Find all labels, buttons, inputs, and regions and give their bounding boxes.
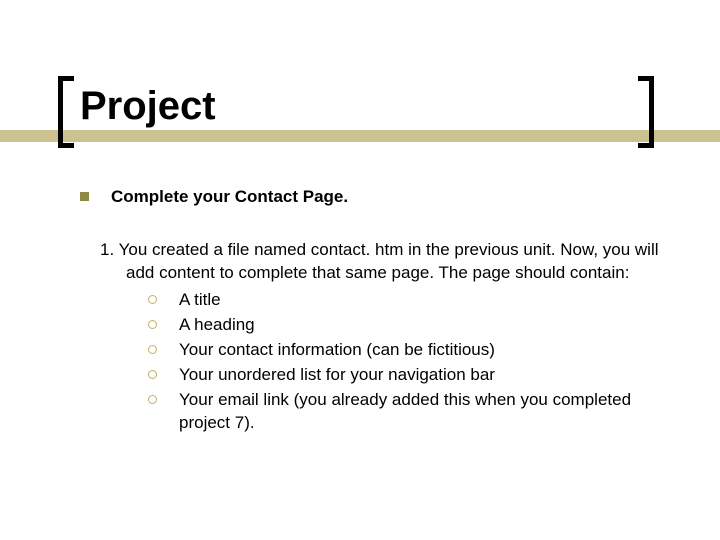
circle-bullet-icon [148, 345, 157, 354]
list-item: Your unordered list for your navigation … [148, 364, 660, 387]
circle-bullet-icon [148, 395, 157, 404]
sub-list: A title A heading Your contact informati… [80, 289, 660, 435]
numbered-body: You created a file named contact. htm in… [119, 240, 659, 282]
slide-body: Complete your Contact Page. 1. You creat… [80, 186, 660, 436]
sub-item-text: A heading [179, 314, 255, 337]
circle-bullet-icon [148, 295, 157, 304]
main-bullet-text: Complete your Contact Page. [111, 186, 348, 209]
sub-item-text: Your email link (you already added this … [179, 389, 660, 435]
sub-item-text: Your unordered list for your navigation … [179, 364, 495, 387]
square-bullet-icon [80, 192, 89, 201]
list-item: Your email link (you already added this … [148, 389, 660, 435]
title-bracket-left [58, 76, 74, 148]
main-bullet-row: Complete your Contact Page. [80, 186, 660, 209]
circle-bullet-icon [148, 320, 157, 329]
numbered-text: 1. You created a file named contact. htm… [80, 239, 660, 285]
circle-bullet-icon [148, 370, 157, 379]
sub-item-text: A title [179, 289, 221, 312]
list-item: A heading [148, 314, 660, 337]
title-bracket-right [638, 76, 654, 148]
list-item: Your contact information (can be fictiti… [148, 339, 660, 362]
slide-title: Project [80, 84, 216, 129]
numbered-item: 1. You created a file named contact. htm… [80, 239, 660, 435]
numbered-prefix: 1. [100, 240, 114, 259]
list-item: A title [148, 289, 660, 312]
sub-item-text: Your contact information (can be fictiti… [179, 339, 495, 362]
accent-band [0, 130, 720, 142]
slide: Project Complete your Contact Page. 1. Y… [0, 0, 720, 540]
